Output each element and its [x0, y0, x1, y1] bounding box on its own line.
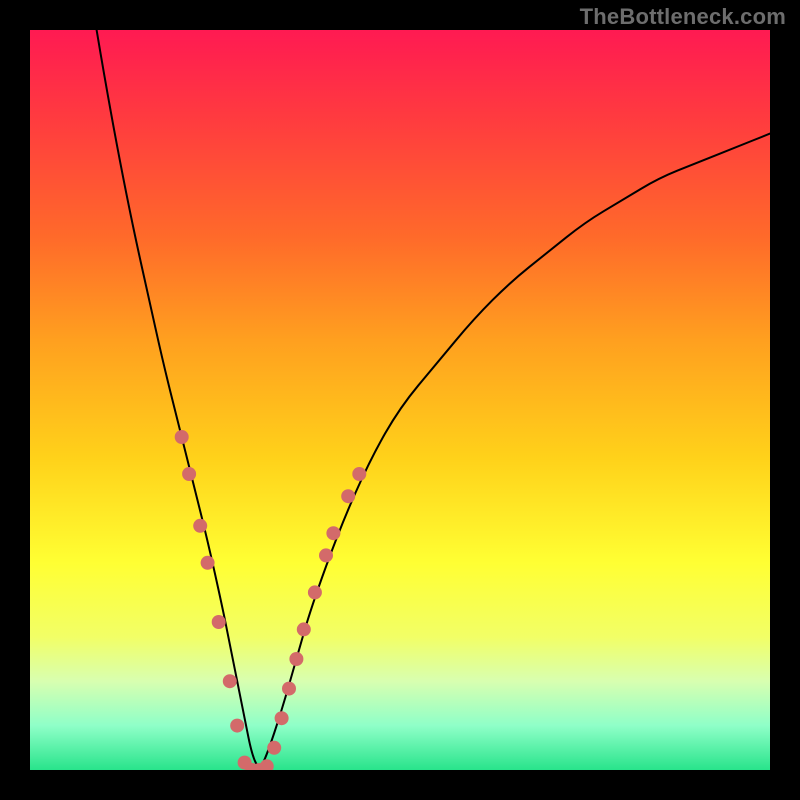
curve-marker	[282, 682, 296, 696]
curve-marker	[319, 548, 333, 562]
curve-marker	[212, 615, 226, 629]
chart-frame: TheBottleneck.com	[0, 0, 800, 800]
curve-marker	[223, 674, 237, 688]
curve-markers	[175, 430, 367, 770]
plot-area	[30, 30, 770, 770]
curve-marker	[275, 711, 289, 725]
curve-marker	[230, 719, 244, 733]
curve-marker	[341, 489, 355, 503]
curve-marker	[260, 759, 274, 770]
watermark-text: TheBottleneck.com	[580, 4, 786, 30]
bottleneck-curve	[97, 30, 770, 766]
curve-marker	[352, 467, 366, 481]
curve-marker	[193, 519, 207, 533]
curve-marker	[308, 585, 322, 599]
curve-marker	[201, 556, 215, 570]
curve-marker	[326, 526, 340, 540]
chart-svg	[30, 30, 770, 770]
curve-marker	[175, 430, 189, 444]
curve-marker	[182, 467, 196, 481]
curve-marker	[267, 741, 281, 755]
curve-marker	[289, 652, 303, 666]
curve-marker	[297, 622, 311, 636]
